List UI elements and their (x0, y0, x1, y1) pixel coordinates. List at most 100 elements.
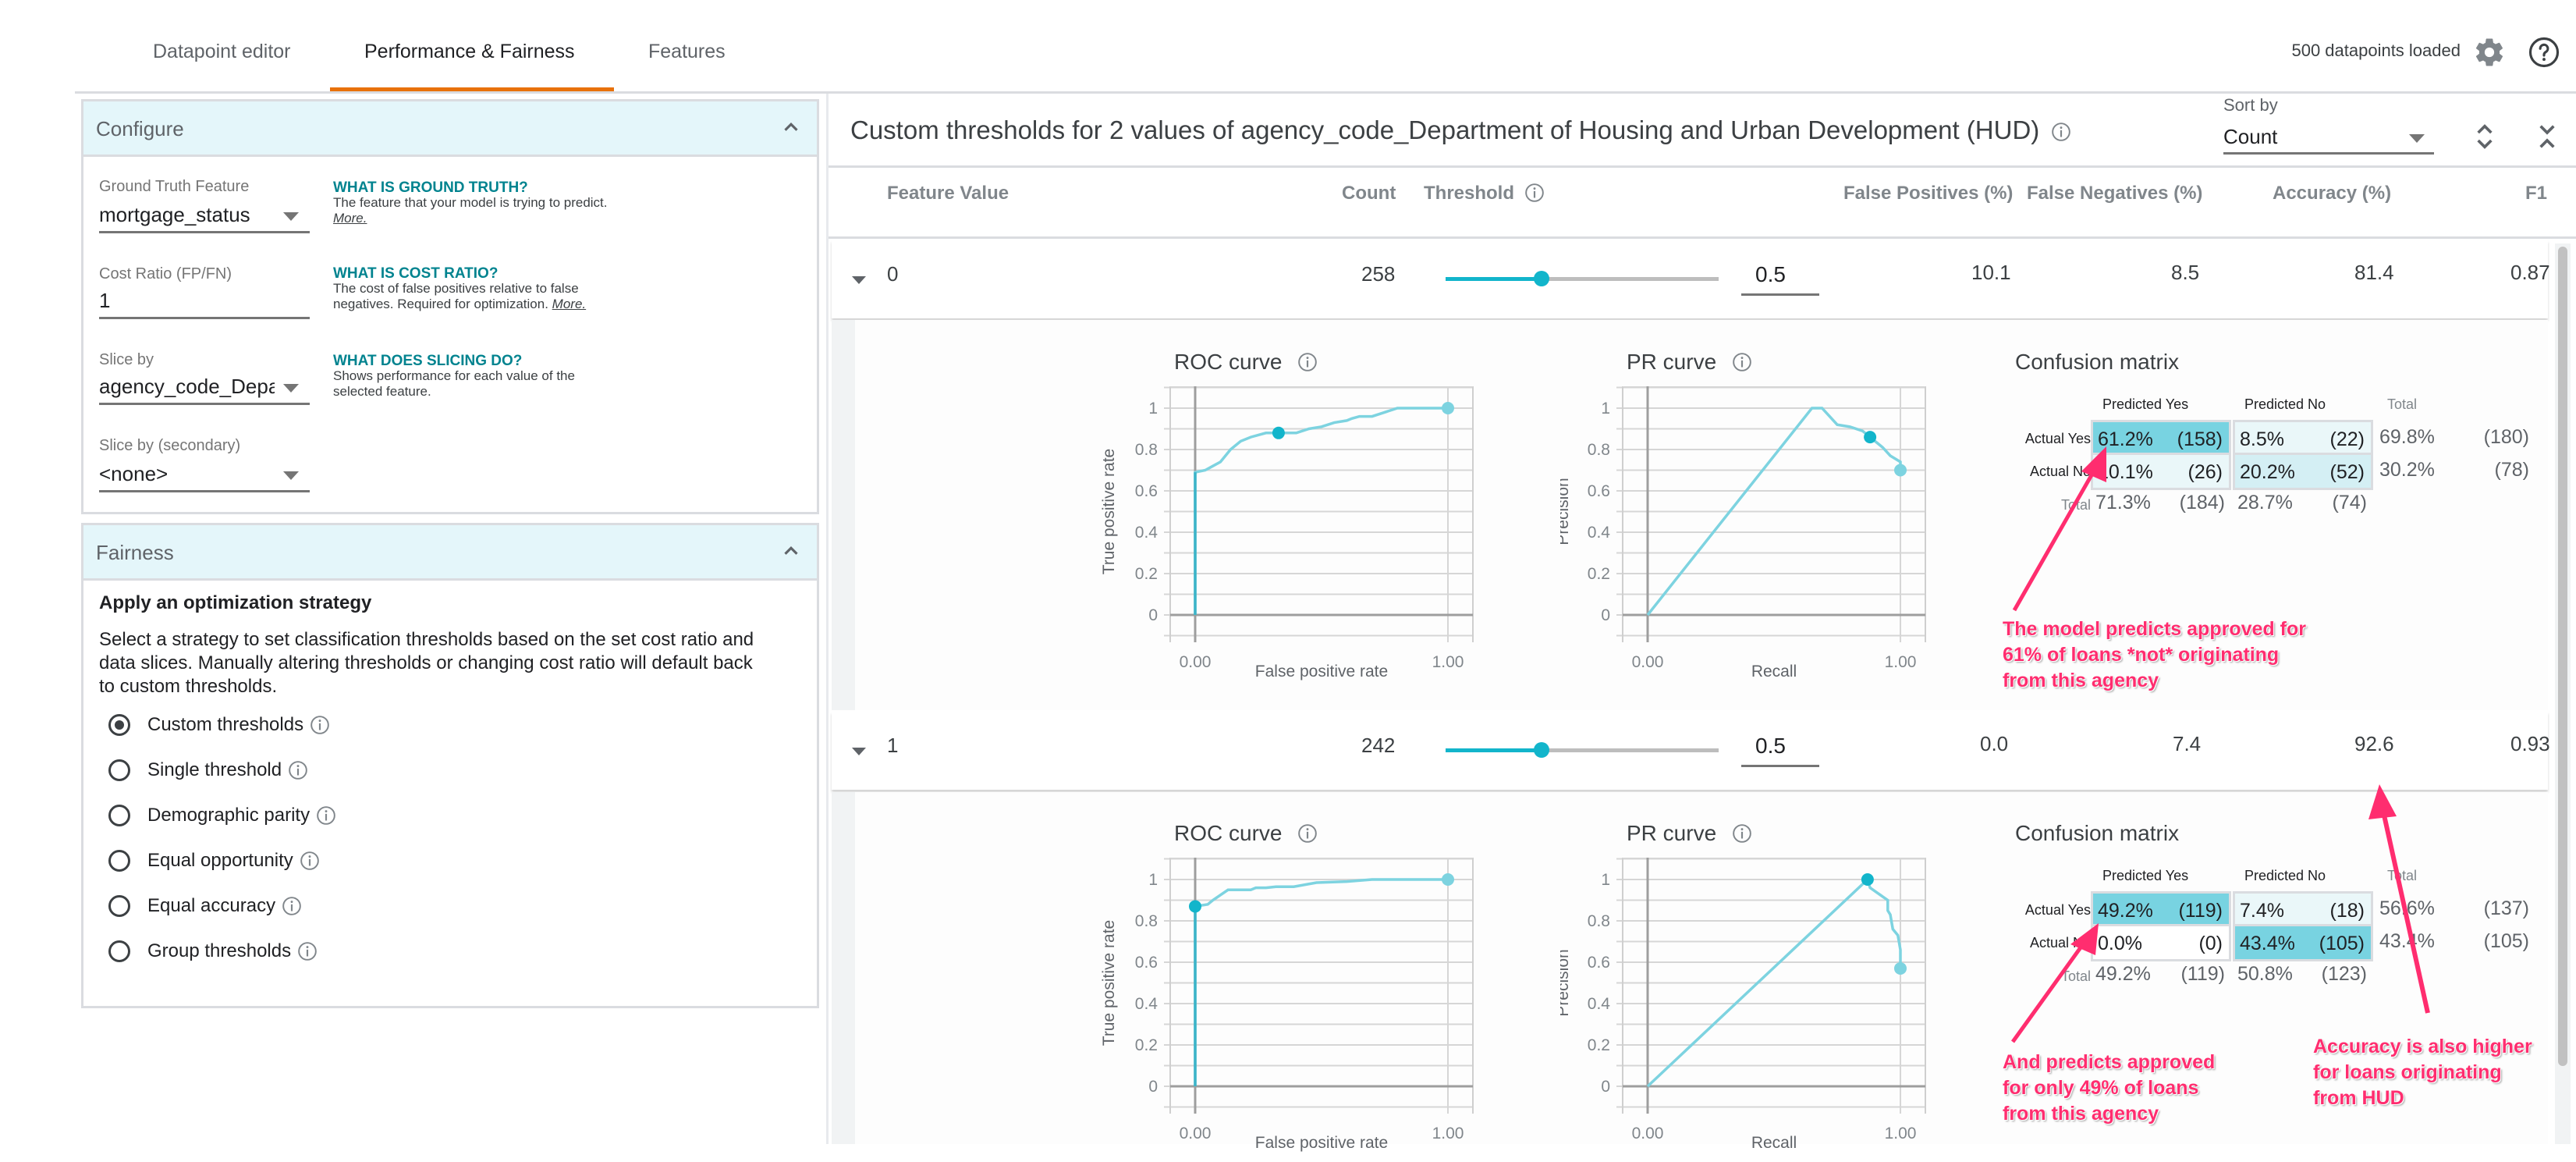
ground-truth-more-link[interactable]: More. (333, 211, 367, 226)
strategy-option[interactable]: Custom thresholds (108, 709, 330, 741)
expand-row-icon[interactable] (852, 748, 866, 755)
configure-panel-header[interactable]: Configure (83, 101, 817, 157)
strategy-option[interactable]: Equal opportunity (108, 845, 320, 876)
strategy-option[interactable]: Single threshold (108, 755, 308, 786)
roc-curve-title: ROC curve (1174, 350, 1318, 375)
cm-cell-tn: 43.4% (105) (2233, 924, 2373, 961)
accuracy-value: 92.6 (2354, 732, 2394, 755)
tab-bar-divider (75, 91, 2576, 94)
info-icon[interactable] (310, 715, 330, 735)
col-threshold[interactable]: Threshold (1424, 183, 1545, 204)
y-tick-label: 0 (1148, 1078, 1158, 1096)
x-tick-label: 1.00 (1885, 1125, 1917, 1142)
cm-cell-fn: 7.4% (18) (2233, 891, 2373, 929)
y-tick-label: 0 (1601, 1078, 1610, 1096)
info-icon[interactable] (297, 941, 318, 961)
strategy-option[interactable]: Equal accuracy (108, 890, 302, 922)
threshold-slider-handle[interactable] (1533, 271, 1549, 286)
cost-ratio-more-link[interactable]: More. (552, 297, 586, 311)
datapoints-loaded-status: 500 datapoints loaded (2291, 41, 2461, 60)
x-axis-label: False positive rate (1255, 1134, 1388, 1152)
cm-predicted-yes-header: Predicted Yes (2102, 396, 2189, 412)
help-circle-icon[interactable] (2528, 36, 2560, 69)
slice-by-secondary-select[interactable]: <none> (99, 462, 279, 486)
main-title: Custom thresholds for 2 values of agency… (850, 115, 2071, 145)
radio-button[interactable] (108, 940, 130, 962)
cm-predicted-yes-header: Predicted Yes (2102, 868, 2189, 883)
strategy-option[interactable]: Demographic parity (108, 800, 336, 831)
y-axis-label: Precision (1560, 949, 1572, 1016)
tab-performance-fairness[interactable]: Performance & Fairness (364, 41, 575, 63)
scrollbar-thumb[interactable] (2558, 247, 2567, 1066)
info-icon[interactable] (2051, 122, 2071, 142)
radio-button[interactable] (108, 895, 130, 917)
strategy-description: Select a strategy to set classification … (99, 629, 754, 697)
dropdown-arrow-icon[interactable] (283, 212, 299, 221)
collapse-all-icon[interactable] (2532, 121, 2563, 152)
threshold-input[interactable]: 0.5 (1755, 734, 1786, 759)
y-tick-label: 0.4 (1588, 995, 1611, 1013)
gear-icon[interactable] (2473, 36, 2506, 69)
false-negatives-value: 7.4 (2173, 732, 2202, 755)
info-icon[interactable] (1297, 352, 1318, 372)
cm-percent: 20.2% (2240, 461, 2295, 483)
col-count[interactable]: Count (1342, 183, 1396, 204)
strategy-option-label: Single threshold (147, 759, 282, 780)
slicing-help-text: Shows performance for each value of the … (333, 368, 575, 399)
false-negatives-value: 8.5 (2171, 261, 2200, 284)
tab-datapoint-editor[interactable]: Datapoint editor (153, 41, 291, 63)
info-icon[interactable] (288, 760, 308, 780)
info-icon[interactable] (316, 805, 336, 826)
col-f1[interactable]: F1 (2525, 183, 2547, 204)
threshold-slider-handle[interactable] (1533, 742, 1549, 758)
threshold-input[interactable]: 0.5 (1755, 262, 1786, 287)
ground-truth-select[interactable]: mortgage_status (99, 203, 279, 227)
tab-features[interactable]: Features (648, 41, 726, 63)
cm-col-total-percent: 71.3% (2095, 492, 2151, 513)
col-false-negatives[interactable]: False Negatives (%) (2027, 183, 2202, 204)
cm-count: (0) (2198, 933, 2223, 954)
info-icon[interactable] (1732, 823, 1752, 844)
dropdown-arrow-icon[interactable] (2409, 134, 2425, 143)
cm-count: (18) (2329, 900, 2365, 922)
sort-by-select[interactable]: Count (2223, 125, 2277, 149)
info-icon[interactable] (282, 896, 302, 916)
radio-button[interactable] (108, 714, 130, 736)
info-icon[interactable] (300, 851, 320, 871)
dropdown-arrow-icon[interactable] (283, 471, 299, 480)
annotation-text: Accuracy is also higher for loans origina… (2313, 1036, 2532, 1109)
strategy-option[interactable]: Group thresholds (108, 936, 318, 967)
cm-col-total-count: (123) (2321, 963, 2367, 985)
radio-button[interactable] (108, 759, 130, 781)
col-accuracy[interactable]: Accuracy (%) (2273, 183, 2391, 204)
strategy-option-label: Equal opportunity (147, 850, 293, 871)
info-icon[interactable] (1297, 823, 1318, 844)
dropdown-arrow-icon[interactable] (283, 384, 299, 393)
cm-percent: 10.1% (2098, 461, 2153, 483)
radio-button[interactable] (108, 850, 130, 872)
info-icon[interactable] (1732, 352, 1752, 372)
x-tick-label: 1.00 (1885, 653, 1917, 671)
cm-row-total-percent: 56.6% (2379, 897, 2435, 919)
chevron-up-icon[interactable] (779, 115, 803, 139)
expand-all-icon[interactable] (2469, 121, 2500, 152)
cost-ratio-input[interactable]: 1 (99, 289, 302, 313)
ground-truth-underline (99, 231, 310, 233)
y-tick-label: 0.4 (1588, 524, 1611, 542)
fairness-panel-header[interactable]: Fairness (83, 525, 817, 581)
y-tick-label: 0.4 (1135, 524, 1158, 542)
cm-row-total-percent: 30.2% (2379, 459, 2435, 481)
x-axis-label: Recall (1751, 1134, 1797, 1152)
col-false-positives[interactable]: False Positives (%) (1843, 183, 2013, 204)
slice-by-select[interactable]: agency_code_Department of Housing and Ur… (99, 375, 275, 399)
expand-row-icon[interactable] (852, 276, 866, 284)
cm-count: (26) (2187, 461, 2223, 483)
y-tick-label: 1 (1601, 400, 1610, 418)
chevron-up-icon[interactable] (779, 539, 803, 563)
col-feature-value[interactable]: Feature Value (887, 183, 1009, 204)
cost-ratio-help-title: WHAT IS COST RATIO? (333, 265, 499, 282)
radio-button[interactable] (108, 805, 130, 826)
info-icon[interactable] (1524, 183, 1545, 203)
curve-endpoint (1894, 961, 1907, 975)
cm-total-row-label: Total (2060, 968, 2091, 984)
